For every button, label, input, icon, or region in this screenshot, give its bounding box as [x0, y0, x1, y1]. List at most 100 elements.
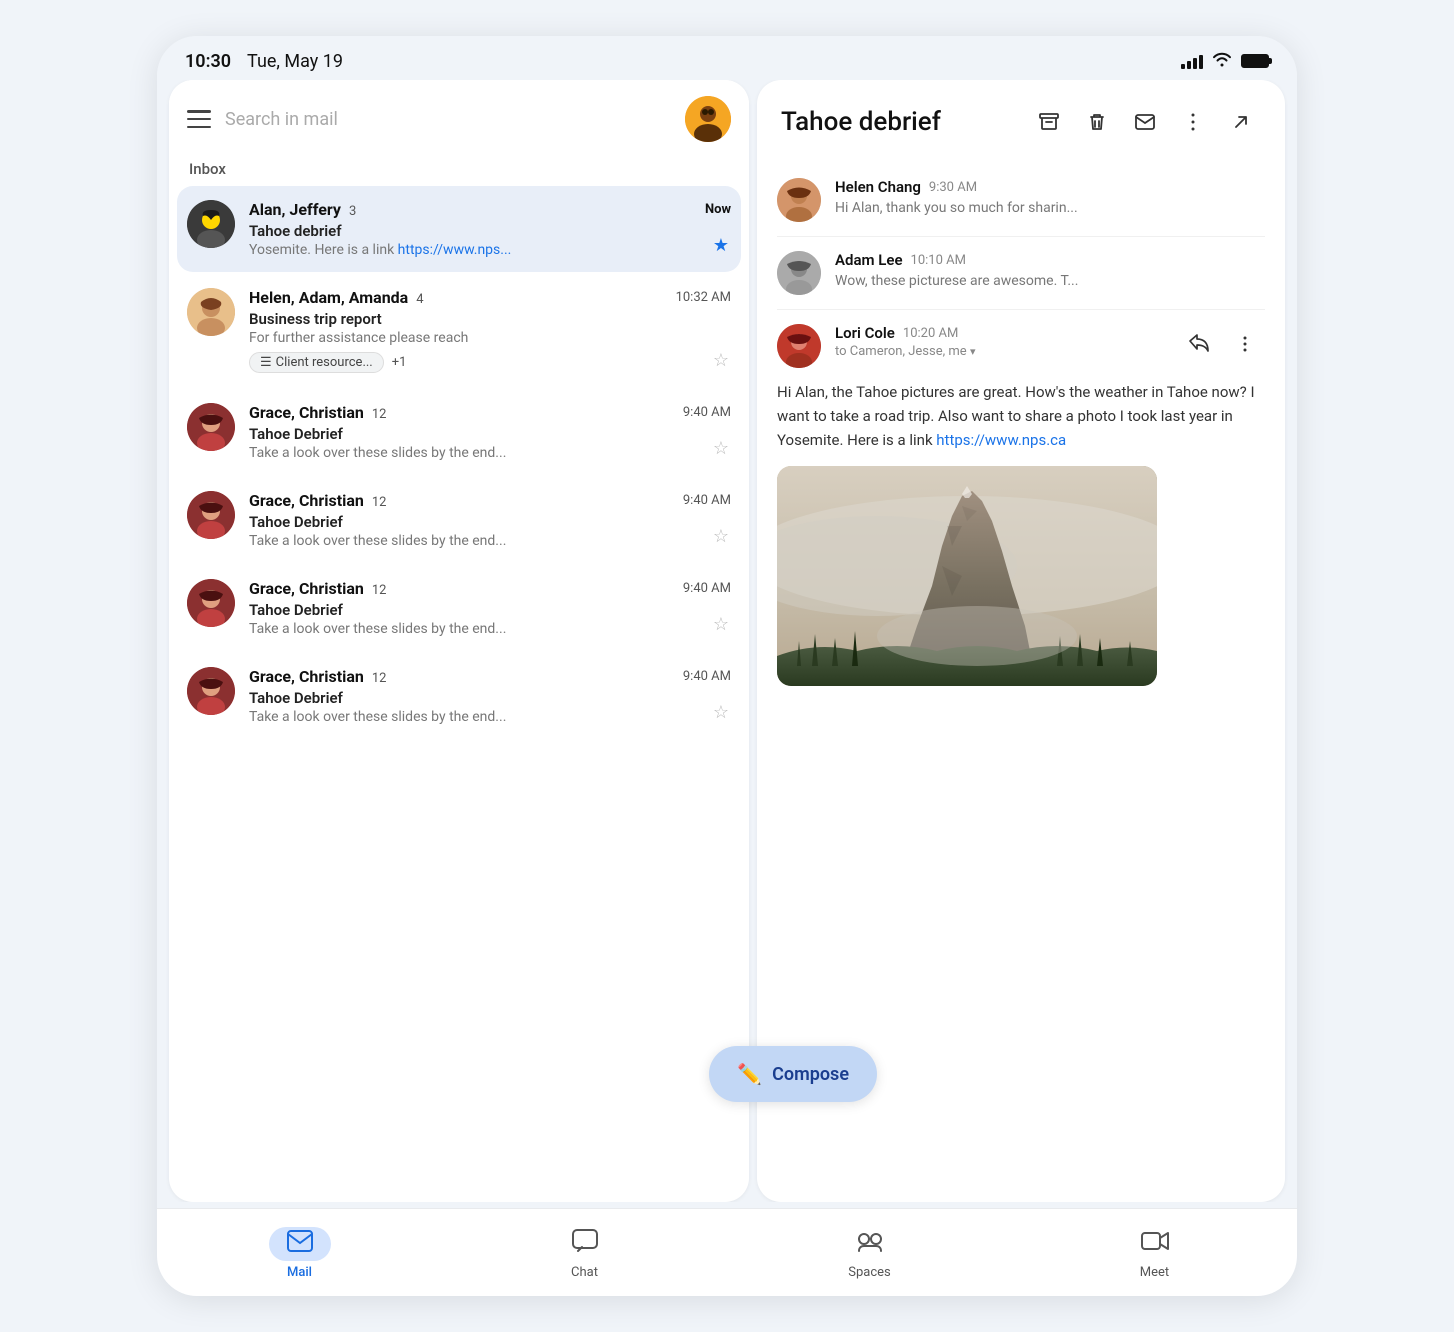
- star-icon-6[interactable]: ☆: [713, 702, 729, 723]
- email-item-3[interactable]: Grace, Christian 12 9:40 AM Tahoe Debrie…: [177, 389, 741, 475]
- mail-icon: [287, 1230, 313, 1258]
- hamburger-icon[interactable]: [187, 110, 211, 128]
- compose-icon: ✏️: [737, 1062, 762, 1086]
- user-avatar[interactable]: [685, 96, 731, 142]
- avatar-alan: [187, 200, 235, 248]
- email-preview-5: Take a look over these slides by the end…: [249, 621, 731, 637]
- chat-icon: [572, 1229, 598, 1259]
- phone-frame: 10:30 Tue, May 19: [157, 36, 1297, 1296]
- email-subject-2: Business trip report: [249, 310, 731, 328]
- msg-preview-adam: Wow, these picturese are awesome. T...: [835, 273, 1265, 289]
- email-subject-3: Tahoe Debrief: [249, 425, 731, 443]
- email-subject-4: Tahoe Debrief: [249, 513, 731, 531]
- yosemite-image: [777, 466, 1157, 686]
- expand-button[interactable]: [1221, 102, 1261, 142]
- email-item-2[interactable]: Helen, Adam, Amanda 4 10:32 AM Business …: [177, 274, 741, 387]
- avatar-helen-msg: [777, 178, 821, 222]
- email-item-1[interactable]: Alan, Jeffery 3 Now Tahoe debrief Yosemi…: [177, 186, 741, 272]
- msg-sender-helen: Helen Chang: [835, 178, 921, 196]
- star-icon-4[interactable]: ☆: [713, 526, 729, 547]
- meet-icon: [1141, 1230, 1169, 1258]
- spaces-icon: [856, 1229, 884, 1259]
- msg-time-lori: 10:20 AM: [903, 326, 958, 341]
- email-item-6[interactable]: Grace, Christian 12 9:40 AM Tahoe Debrie…: [177, 653, 741, 739]
- nav-item-spaces[interactable]: Spaces: [830, 1227, 910, 1280]
- email-preview-1: Yosemite. Here is a link https://www.nps…: [249, 242, 731, 258]
- email-sender-2: Helen, Adam, Amanda: [249, 288, 408, 307]
- email-time-5: 9:40 AM: [683, 581, 731, 596]
- email-preview-6: Take a look over these slides by the end…: [249, 709, 731, 725]
- compose-label: Compose: [772, 1064, 849, 1085]
- bottom-nav: Mail Chat: [157, 1208, 1297, 1296]
- email-preview-4: Take a look over these slides by the end…: [249, 533, 731, 549]
- message-helen[interactable]: Helen Chang 9:30 AM Hi Alan, thank you s…: [777, 164, 1265, 237]
- expanded-actions: [1179, 324, 1265, 364]
- nav-item-chat[interactable]: Chat: [545, 1227, 625, 1280]
- avatar-grace-3: [187, 403, 235, 451]
- detail-header: Tahoe debrief: [757, 80, 1285, 156]
- more-expanded-button[interactable]: [1225, 324, 1265, 364]
- email-time-6: 9:40 AM: [683, 669, 731, 684]
- msg-preview-helen: Hi Alan, thank you so much for sharin...: [835, 200, 1265, 216]
- nav-item-mail[interactable]: Mail: [260, 1227, 340, 1280]
- email-button[interactable]: [1125, 102, 1165, 142]
- msg-time-adam: 10:10 AM: [911, 253, 966, 268]
- more-button[interactable]: [1173, 102, 1213, 142]
- email-sender-4: Grace, Christian: [249, 491, 364, 510]
- detail-title: Tahoe debrief: [781, 107, 1013, 137]
- email-preview-2: For further assistance please reach: [249, 330, 731, 346]
- reply-button[interactable]: [1179, 324, 1219, 364]
- delete-button[interactable]: [1077, 102, 1117, 142]
- msg-content-adam: Adam Lee 10:10 AM Wow, these picturese a…: [835, 251, 1265, 289]
- nav-item-meet[interactable]: Meet: [1115, 1227, 1195, 1280]
- nav-label-mail: Mail: [287, 1265, 312, 1280]
- email-sender-3: Grace, Christian: [249, 403, 364, 422]
- archive-button[interactable]: [1029, 102, 1069, 142]
- avatar-grace-6: [187, 667, 235, 715]
- tag-plus[interactable]: +1: [392, 355, 407, 370]
- wifi-icon: [1211, 51, 1233, 72]
- email-subject-1: Tahoe debrief: [249, 222, 731, 240]
- msg-sender-adam: Adam Lee: [835, 251, 903, 269]
- star-icon-5[interactable]: ☆: [713, 614, 729, 635]
- nav-chat-bg: [554, 1227, 616, 1261]
- tag-client-resource[interactable]: ☰ Client resource...: [249, 352, 384, 373]
- left-panel: Search in mail Inbox: [169, 80, 749, 1202]
- search-input[interactable]: Search in mail: [225, 109, 671, 130]
- email-item-5[interactable]: Grace, Christian 12 9:40 AM Tahoe Debrie…: [177, 565, 741, 651]
- inbox-label: Inbox: [169, 156, 749, 186]
- email-sender-1: Alan, Jeffery: [249, 200, 341, 219]
- email-item-4[interactable]: Grace, Christian 12 9:40 AM Tahoe Debrie…: [177, 477, 741, 563]
- email-subject-5: Tahoe Debrief: [249, 601, 731, 619]
- email-time-2: 10:32 AM: [676, 290, 731, 305]
- email-subject-6: Tahoe Debrief: [249, 689, 731, 707]
- compose-button[interactable]: ✏️ Compose: [709, 1046, 877, 1102]
- email-preview-3: Take a look over these slides by the end…: [249, 445, 731, 461]
- search-bar[interactable]: Search in mail: [169, 80, 749, 156]
- star-icon-2[interactable]: ☆: [713, 350, 729, 371]
- expanded-meta: Lori Cole 10:20 AM to Cameron, Jesse, me…: [835, 324, 1165, 359]
- header-actions: [1029, 102, 1261, 142]
- status-bar: 10:30 Tue, May 19: [157, 36, 1297, 80]
- msg-to-lori[interactable]: to Cameron, Jesse, me ▾: [835, 344, 1165, 359]
- message-adam[interactable]: Adam Lee 10:10 AM Wow, these picturese a…: [777, 237, 1265, 310]
- email-sender-5: Grace, Christian: [249, 579, 364, 598]
- tag-row: ☰ Client resource... +1: [249, 352, 731, 373]
- email-sender-6: Grace, Christian: [249, 667, 364, 686]
- star-icon-1[interactable]: ★: [713, 235, 729, 256]
- avatar-adam-msg: [777, 251, 821, 295]
- nav-label-chat: Chat: [571, 1265, 598, 1280]
- avatar-grace-4: [187, 491, 235, 539]
- email-time-3: 9:40 AM: [683, 405, 731, 420]
- battery-icon: [1241, 54, 1269, 68]
- nav-label-meet: Meet: [1140, 1265, 1169, 1280]
- email-time-1: Now: [705, 202, 731, 217]
- status-icons: [1181, 51, 1269, 72]
- msg-content-helen: Helen Chang 9:30 AM Hi Alan, thank you s…: [835, 178, 1265, 216]
- email-time-4: 9:40 AM: [683, 493, 731, 508]
- msg-time-helen: 9:30 AM: [929, 180, 977, 195]
- yosemite-link[interactable]: https://www.nps.ca: [936, 431, 1066, 449]
- star-icon-3[interactable]: ☆: [713, 438, 729, 459]
- message-lori: Lori Cole 10:20 AM to Cameron, Jesse, me…: [777, 310, 1265, 686]
- email-list: Alan, Jeffery 3 Now Tahoe debrief Yosemi…: [169, 186, 749, 1202]
